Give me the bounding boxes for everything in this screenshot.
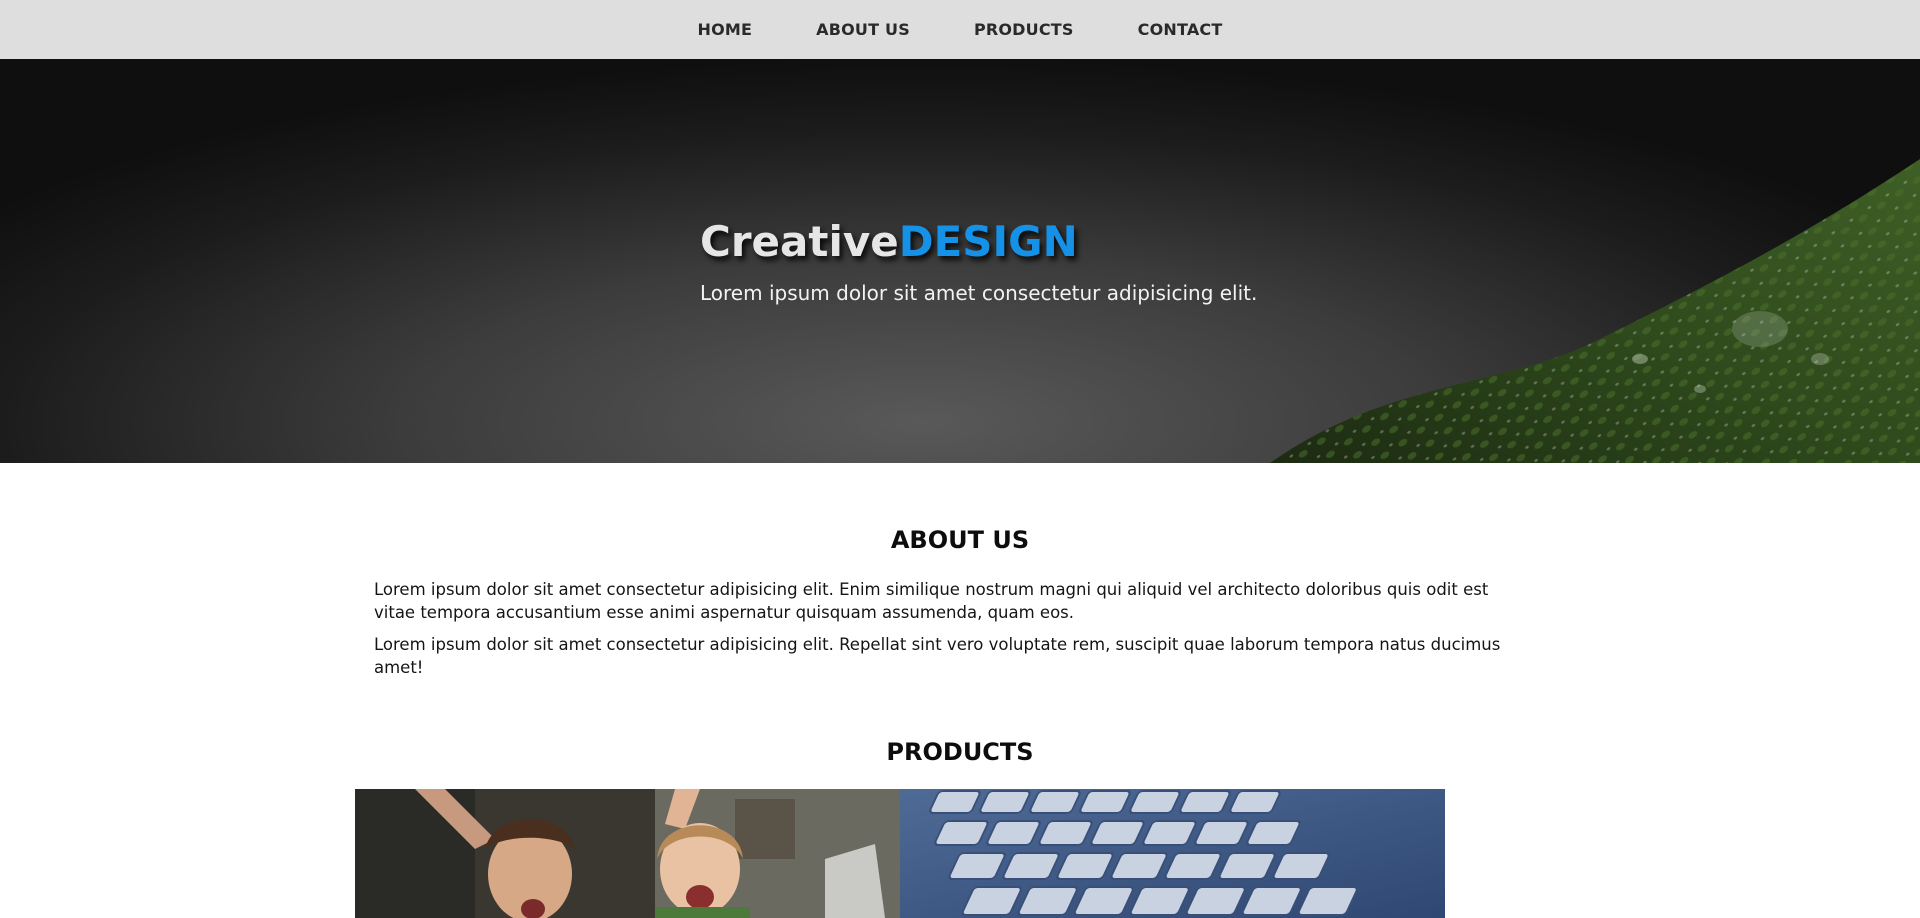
- nav-list: HOME ABOUT US PRODUCTS CONTACT: [666, 20, 1255, 39]
- products-heading: PRODUCTS: [886, 738, 1034, 766]
- about-paragraph-2: Lorem ipsum dolor sit amet consectetur a…: [374, 635, 1501, 677]
- nav-products-link[interactable]: PRODUCTS: [942, 20, 1106, 39]
- product-tile-keyboard[interactable]: [900, 789, 1445, 918]
- hero-banner: CreativeDESIGN Lorem ipsum dolor sit ame…: [0, 59, 1920, 463]
- top-navigation: HOME ABOUT US PRODUCTS CONTACT: [0, 0, 1920, 59]
- hero-title-creative: Creative: [700, 217, 899, 266]
- hero-text: CreativeDESIGN Lorem ipsum dolor sit ame…: [700, 221, 1258, 306]
- kids-laptop-image: [355, 789, 900, 918]
- nav-about-link[interactable]: ABOUT US: [784, 20, 942, 39]
- hero-title: CreativeDESIGN: [700, 221, 1257, 263]
- about-heading: ABOUT US: [890, 526, 1030, 554]
- keyboard-image: [900, 789, 1445, 918]
- about-paragraph-1: Lorem ipsum dolor sit amet consectetur a…: [374, 580, 1489, 622]
- products-grid: [355, 789, 1445, 918]
- hero-subtitle: Lorem ipsum dolor sit amet consectetur a…: [700, 281, 1258, 305]
- nav-home-link[interactable]: HOME: [666, 20, 785, 39]
- nav-contact-link[interactable]: CONTACT: [1106, 20, 1255, 39]
- hero-title-design: DESIGN: [898, 217, 1078, 266]
- product-tile-kids[interactable]: [355, 789, 900, 918]
- about-body: Lorem ipsum dolor sit amet consectetur a…: [374, 578, 1524, 688]
